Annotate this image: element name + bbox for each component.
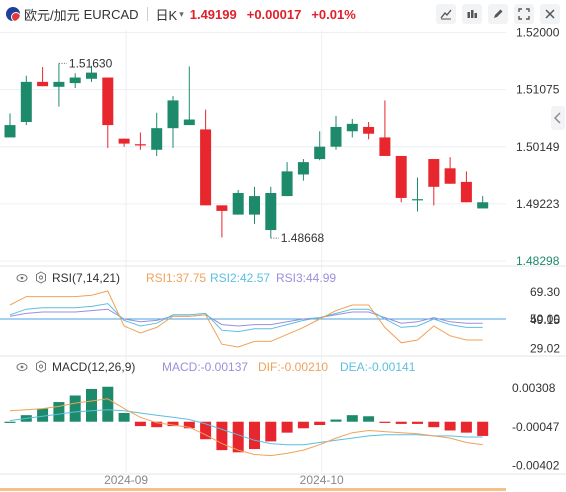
date-axis-label: 2024-09: [104, 473, 148, 487]
macd-histogram-bar: [428, 421, 440, 428]
macd-legend-value: MACD:-0.00137: [162, 360, 248, 374]
macd-histogram-bar: [216, 421, 228, 451]
rsi2-legend-value: RSI2:42.57: [210, 271, 270, 285]
eye-pupil: [20, 276, 24, 280]
macd-histogram-bar: [102, 386, 114, 422]
macd-histogram-bar: [477, 421, 489, 436]
macd-axis-tick: -0.00047: [512, 420, 560, 434]
min-price-label: 1.48668: [281, 231, 325, 245]
candle-body: [363, 126, 375, 134]
candle-body: [167, 100, 179, 129]
macd-histogram-bar: [69, 395, 81, 422]
rsi2-line: [9, 303, 483, 333]
candle-body: [477, 202, 489, 209]
candle-body: [102, 77, 114, 126]
macd-histogram-bar: [37, 408, 49, 422]
dif-legend-value: DIF:-0.00210: [258, 360, 328, 374]
macd-histogram-bar: [53, 402, 65, 422]
max-price-label: 1.51630: [69, 56, 113, 70]
candle-body: [232, 192, 244, 215]
macd-indicator-name: MACD(12,26,9): [52, 360, 135, 374]
candle-body: [216, 205, 228, 211]
macd-histogram-bar: [232, 421, 244, 453]
macd-histogram-bar: [395, 421, 407, 424]
rsi3-line: [9, 308, 483, 327]
candle-body: [412, 199, 423, 201]
gear-center: [38, 364, 44, 369]
candle-body: [444, 168, 456, 184]
dea-legend-value: DEA:-0.00141: [340, 360, 416, 374]
price-axis-tick: 1.51075: [516, 83, 560, 97]
candle-body: [428, 159, 440, 187]
macd-histogram-bar: [4, 421, 16, 423]
macd-histogram-bar: [444, 421, 456, 431]
candle-body: [330, 126, 342, 147]
macd-axis-tick: 0.00308: [512, 381, 556, 395]
macd-histogram-bar: [86, 388, 97, 422]
eye-pupil: [20, 365, 24, 369]
macd-histogram-bar: [297, 421, 309, 429]
visibility-eye-icon[interactable]: [16, 274, 28, 282]
rsi-axis-tick: 49.15: [530, 313, 560, 327]
rsi-axis-tick: 29.02: [530, 341, 560, 355]
macd-histogram-bar: [314, 421, 326, 425]
gear-center: [38, 275, 44, 280]
macd-histogram-bar: [346, 415, 358, 422]
candle-body: [249, 196, 260, 215]
macd-histogram-bar: [460, 421, 472, 433]
candle-body: [86, 72, 97, 79]
candle-body: [118, 138, 130, 144]
candle-body: [4, 125, 16, 138]
chart-canvas[interactable]: 1.52000 1.51075 1.50149 1.49223 1.48298 1.516…: [0, 0, 566, 492]
candle-body: [37, 81, 49, 87]
macd-histogram-bar: [412, 421, 423, 424]
macd-histogram-bar: [134, 421, 146, 427]
gear-outline: [36, 271, 46, 284]
macd-histogram-bar: [118, 412, 130, 422]
macd-histogram-bar: [265, 421, 277, 442]
collapse-panel-button: [551, 106, 565, 130]
macd-axis-tick: -0.00402: [512, 459, 560, 473]
candle-body: [53, 81, 65, 87]
gear-outline: [36, 360, 46, 373]
candle-body: [460, 181, 472, 203]
price-axis-tick: 1.49223: [516, 197, 560, 211]
macd-histogram-bar: [249, 421, 260, 450]
price-axis-tick: 1.52000: [516, 25, 560, 39]
candle-body: [183, 119, 195, 126]
candle-body: [297, 162, 309, 175]
candle-body: [379, 137, 391, 156]
dea-line: [9, 409, 483, 446]
candle-body: [281, 171, 293, 197]
price-axis-tick: 1.50149: [516, 140, 560, 154]
macd-histogram-bar: [379, 421, 391, 423]
macd-histogram-bar: [281, 421, 293, 433]
candle-body: [265, 192, 277, 231]
time-range-scrollbar[interactable]: [0, 488, 506, 491]
price-axis-tick: 1.48298: [516, 254, 560, 268]
candle-body: [314, 146, 326, 160]
rsi-axis-tick: 69.30: [530, 285, 560, 299]
visibility-eye-icon[interactable]: [16, 363, 28, 371]
rsi3-legend-value: RSI3:44.99: [276, 271, 336, 285]
candle-body: [69, 77, 81, 84]
candle-body: [395, 155, 407, 198]
macd-histogram-bar: [330, 419, 342, 422]
candle-body: [346, 123, 358, 132]
candle-body: [134, 144, 146, 146]
settings-gear-icon[interactable]: [36, 360, 46, 373]
macd-histogram-bar: [363, 416, 375, 422]
rsi1-legend-value: RSI1:37.75: [146, 271, 206, 285]
candle-body: [20, 81, 32, 122]
rsi-indicator-name: RSI(7,14,21): [52, 271, 120, 285]
candle-body: [151, 128, 163, 150]
date-axis-label: 2024-10: [300, 473, 344, 487]
candle-body: [200, 129, 212, 206]
collapse-panel-icon[interactable]: [551, 106, 565, 130]
dif-line: [9, 398, 483, 457]
settings-gear-icon[interactable]: [36, 271, 46, 284]
